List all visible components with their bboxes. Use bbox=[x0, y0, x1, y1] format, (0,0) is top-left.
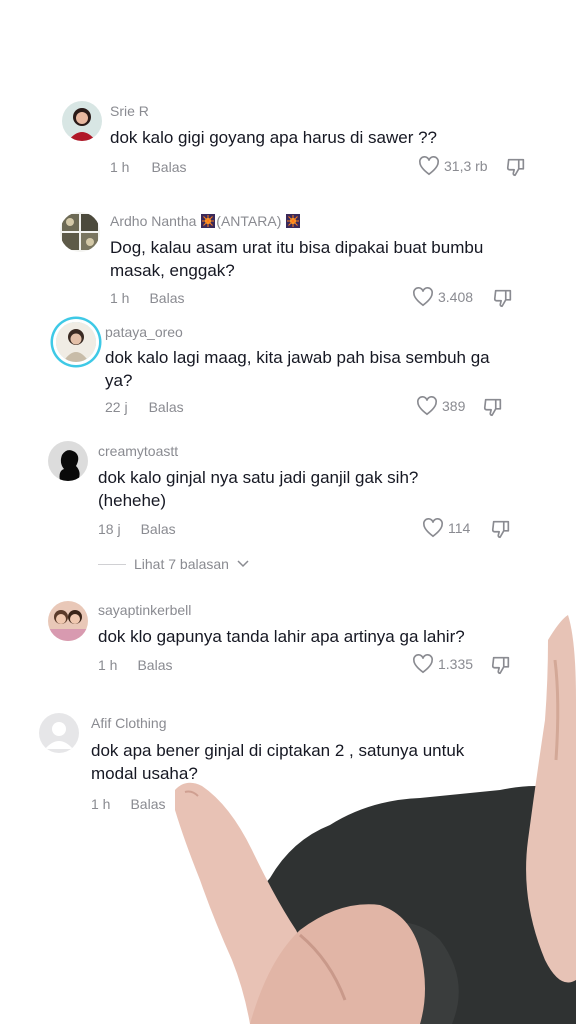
comment-username[interactable]: Srie R bbox=[110, 103, 149, 119]
reply-button[interactable]: Balas bbox=[149, 290, 184, 306]
reply-button[interactable]: Balas bbox=[130, 796, 165, 812]
comment-username[interactable]: Ardho Nantha (ANTARA) bbox=[110, 213, 301, 229]
thumbs-down-icon[interactable] bbox=[490, 654, 512, 676]
video-overlay-hand bbox=[175, 615, 576, 1024]
comment-text: dok apa bener ginjal di ciptakan 2 , sat… bbox=[91, 741, 465, 783]
reply-button[interactable]: Balas bbox=[137, 657, 172, 673]
divider bbox=[98, 563, 126, 565]
comment-username[interactable]: sayaptinkerbell bbox=[98, 602, 191, 618]
avatar[interactable] bbox=[48, 601, 88, 641]
avatar[interactable] bbox=[39, 713, 79, 753]
comment-meta: 18 j Balas bbox=[98, 521, 176, 537]
comment-meta: 22 j Balas bbox=[105, 399, 184, 415]
comment-time: 1 h bbox=[98, 657, 118, 673]
thumbs-down-icon[interactable] bbox=[492, 287, 514, 309]
chevron-down-icon bbox=[237, 560, 249, 568]
comment-meta: 1 h Balas bbox=[91, 796, 166, 812]
comment-meta: 1 h Balas bbox=[98, 657, 173, 673]
like-button[interactable]: 389 bbox=[416, 396, 465, 416]
avatar[interactable] bbox=[56, 322, 96, 362]
like-count: 3.408 bbox=[438, 289, 474, 305]
like-button[interactable]: 3.408 bbox=[412, 287, 473, 307]
firework-emoji-icon bbox=[201, 214, 216, 228]
comment-meta: 1 h Balas bbox=[110, 159, 187, 175]
like-count: 114 bbox=[448, 520, 471, 536]
comment-username[interactable]: creamytoastt bbox=[98, 443, 178, 459]
heart-outline-icon bbox=[413, 654, 433, 674]
heart-outline-icon bbox=[423, 518, 443, 538]
comment-time: 1 h bbox=[91, 796, 111, 812]
like-count: 389 bbox=[442, 398, 466, 414]
thumbs-down-icon[interactable] bbox=[482, 396, 504, 418]
comment-time: 22 j bbox=[105, 399, 128, 415]
avatar[interactable] bbox=[48, 441, 88, 481]
username-suffix: (ANTARA) bbox=[216, 213, 282, 229]
reply-button[interactable]: Balas bbox=[141, 521, 176, 537]
heart-outline-icon bbox=[417, 396, 437, 416]
reply-button[interactable]: Balas bbox=[151, 159, 186, 175]
comment-time: 18 j bbox=[98, 521, 121, 537]
firework-emoji-icon bbox=[286, 214, 301, 228]
heart-outline-icon bbox=[413, 287, 433, 307]
comment-text: dok klo gapunya tanda lahir apa artinya … bbox=[98, 627, 465, 646]
comment-text: Dog, kalau asam urat itu bisa dipakai bu… bbox=[110, 238, 484, 280]
comment-username[interactable]: pataya_oreo bbox=[105, 324, 183, 340]
comment-time: 1 h bbox=[110, 159, 130, 175]
thumbs-down-icon[interactable] bbox=[490, 518, 512, 540]
like-count: 31,3 rb bbox=[444, 158, 488, 174]
like-count: 1.335 bbox=[438, 656, 474, 672]
view-replies-label: Lihat 7 balasan bbox=[134, 556, 229, 572]
comment-username[interactable]: Afif Clothing bbox=[91, 715, 166, 731]
like-button[interactable]: 31,3 rb bbox=[418, 156, 488, 176]
comment-text: dok kalo lagi maag, kita jawab pah bisa … bbox=[105, 348, 490, 390]
comment-text: dok kalo ginjal nya satu jadi ganjil gak… bbox=[98, 468, 419, 510]
comment-text: dok kalo gigi goyang apa harus di sawer … bbox=[110, 128, 437, 147]
avatar[interactable] bbox=[62, 101, 102, 141]
reply-button[interactable]: Balas bbox=[149, 399, 184, 415]
view-replies-button[interactable]: Lihat 7 balasan bbox=[98, 556, 249, 572]
like-button[interactable]: 1.335 bbox=[412, 654, 473, 674]
username-text: Ardho Nantha bbox=[110, 213, 197, 229]
comment-meta: 1 h Balas bbox=[110, 290, 185, 306]
comment-time: 1 h bbox=[110, 290, 130, 306]
avatar[interactable] bbox=[60, 212, 100, 252]
like-button[interactable]: 114 bbox=[422, 518, 470, 538]
heart-outline-icon bbox=[419, 156, 439, 176]
thumbs-down-icon[interactable] bbox=[505, 156, 527, 178]
